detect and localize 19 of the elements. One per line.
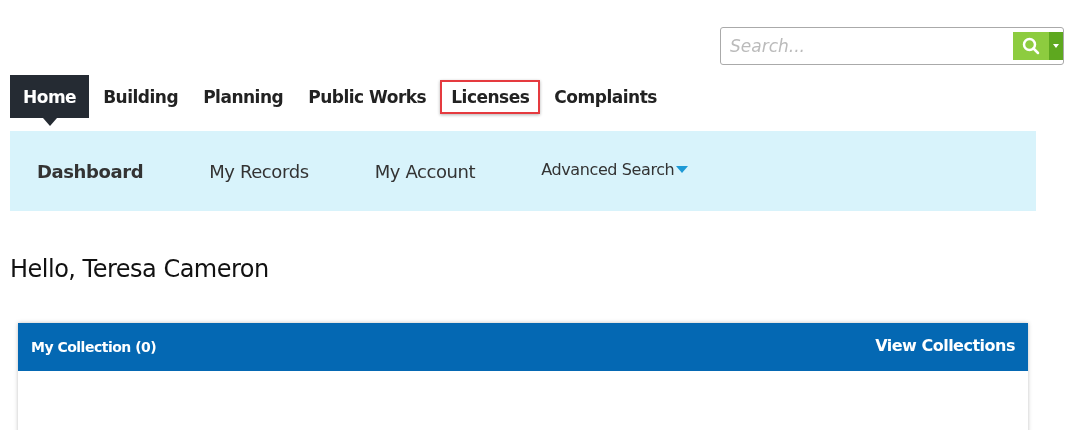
subnav-link[interactable]: Advanced Search bbox=[541, 159, 689, 179]
nav-tab[interactable]: Complaints bbox=[543, 75, 668, 118]
subnav-link[interactable]: My Account bbox=[374, 160, 476, 182]
search-dropdown-button[interactable] bbox=[1049, 32, 1063, 60]
view-collections-link[interactable]: View Collections bbox=[875, 335, 1015, 355]
search-icon bbox=[1022, 37, 1040, 55]
pointer-icon bbox=[42, 118, 57, 126]
nav-tab[interactable]: Building bbox=[92, 75, 190, 118]
collection-title: My Collection (0) bbox=[31, 339, 157, 355]
nav-tab[interactable]: Home bbox=[10, 75, 90, 118]
caret-icon bbox=[1053, 44, 1059, 48]
subnav-link[interactable]: My Records bbox=[209, 160, 309, 182]
search-button[interactable] bbox=[1013, 32, 1049, 60]
greeting-heading: Hello, Teresa Cameron bbox=[10, 255, 270, 283]
nav-tab[interactable]: Public Works bbox=[297, 75, 438, 118]
nav-tab[interactable]: Planning bbox=[192, 75, 295, 118]
subnav-link[interactable]: Dashboard bbox=[37, 160, 144, 182]
search-box[interactable]: Search... bbox=[720, 27, 1064, 65]
nav-tab[interactable]: Licenses bbox=[440, 79, 541, 114]
